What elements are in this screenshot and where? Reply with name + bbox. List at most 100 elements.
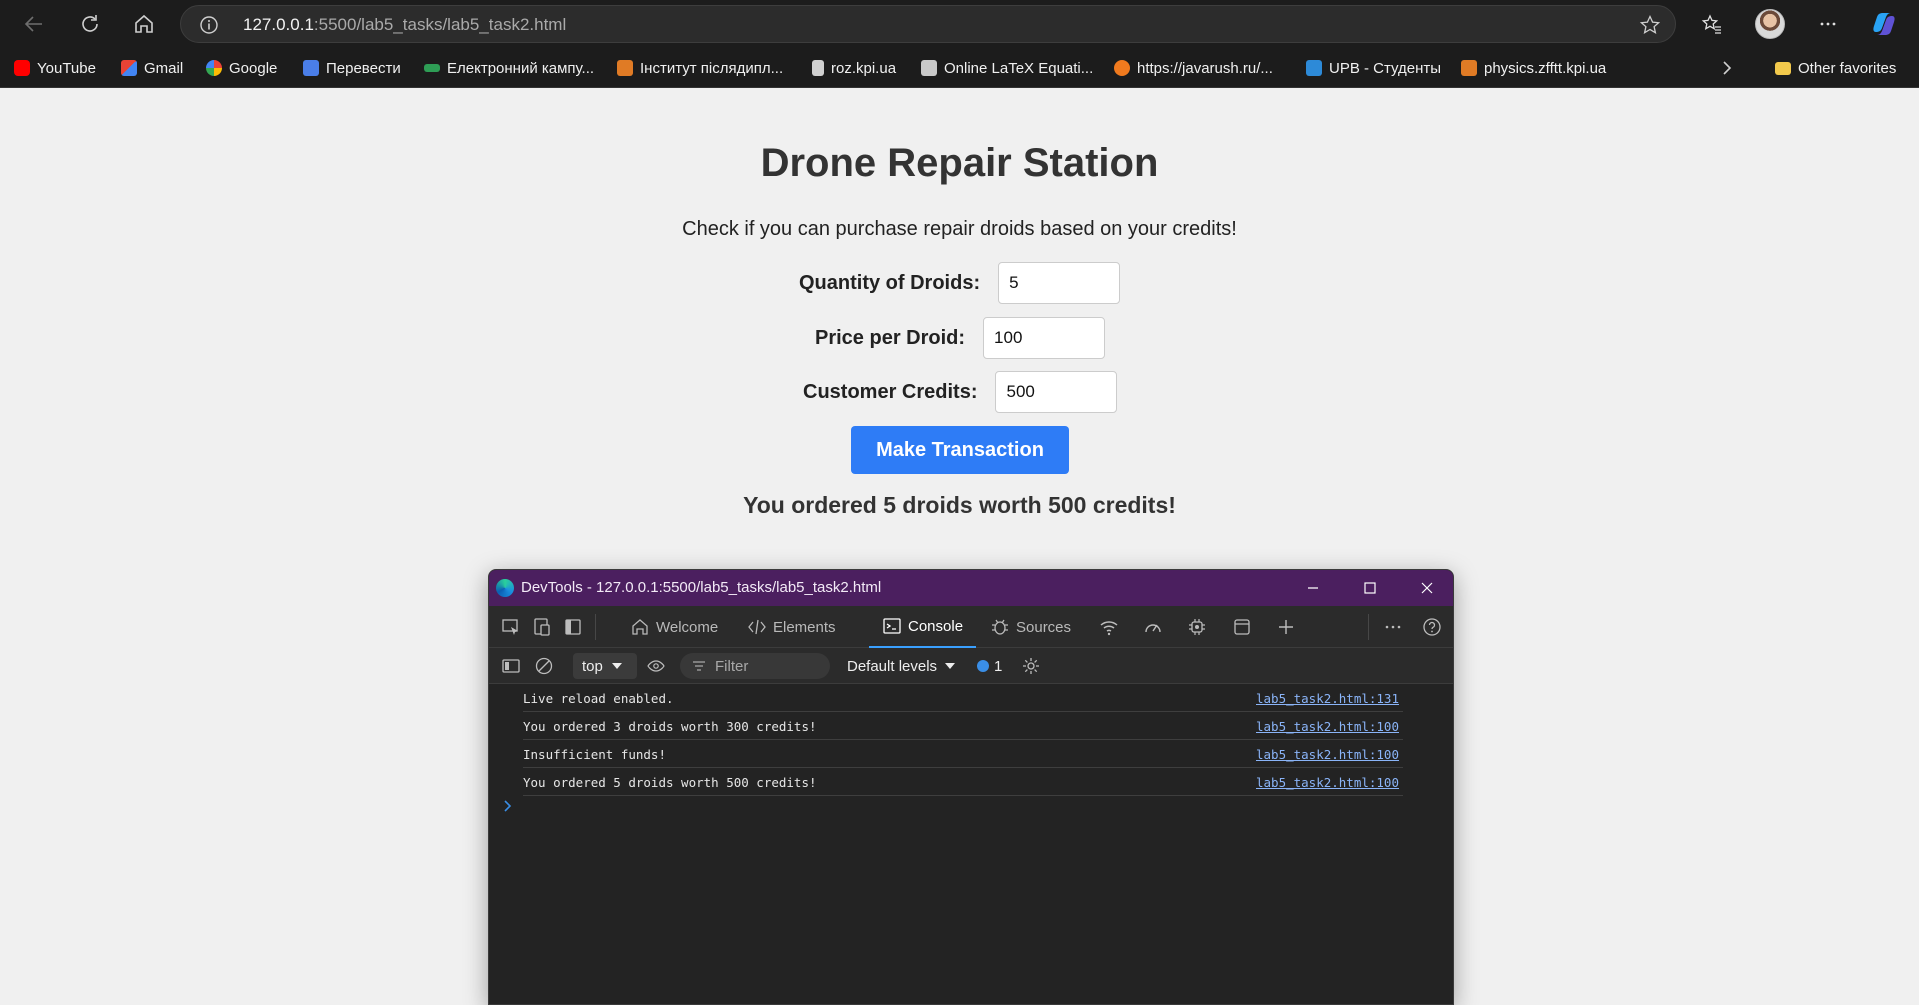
device-emulation-button[interactable] bbox=[530, 615, 554, 639]
tab-elements[interactable]: Elements bbox=[747, 606, 836, 648]
favorites-button[interactable] bbox=[1696, 8, 1728, 40]
console-message: You ordered 5 droids worth 500 credits! l… bbox=[523, 770, 1403, 796]
bug-icon bbox=[992, 619, 1008, 635]
copilot-icon bbox=[1873, 13, 1895, 35]
bookmark-latex[interactable]: Online LaTeX Equati... bbox=[921, 58, 1093, 78]
bookmark-google[interactable]: Google bbox=[206, 58, 277, 78]
source-link[interactable]: lab5_task2.html:131 bbox=[1256, 691, 1399, 706]
latex-icon bbox=[921, 60, 937, 76]
application-button[interactable] bbox=[1230, 615, 1254, 639]
performance-button[interactable] bbox=[1141, 615, 1165, 639]
quantity-input[interactable] bbox=[998, 262, 1121, 304]
make-transaction-button[interactable]: Make Transaction bbox=[851, 426, 1069, 474]
bookmark-javarush[interactable]: https://javarush.ru/... bbox=[1114, 58, 1273, 78]
other-favorites[interactable]: Other favorites bbox=[1775, 58, 1896, 78]
code-icon bbox=[748, 619, 766, 635]
credits-input[interactable] bbox=[995, 371, 1118, 413]
live-expression-button[interactable] bbox=[644, 654, 668, 678]
url-text[interactable]: 127.0.0.1:5500/lab5_tasks/lab5_task2.htm… bbox=[243, 15, 566, 35]
dock-side-button[interactable] bbox=[561, 615, 585, 639]
quantity-row: Quantity of Droids: bbox=[799, 262, 1121, 304]
inspect-element-button[interactable] bbox=[499, 615, 523, 639]
console-filter-input[interactable]: Filter bbox=[680, 653, 830, 679]
physics-icon bbox=[1461, 60, 1477, 76]
chip-icon bbox=[1189, 619, 1205, 635]
message-icon bbox=[977, 660, 989, 672]
credits-label: Customer Credits: bbox=[803, 380, 978, 403]
caret-down-icon bbox=[945, 663, 956, 669]
console-toolbar: top Filter Default levels 1 bbox=[489, 648, 1453, 684]
source-link[interactable]: lab5_task2.html:100 bbox=[1256, 775, 1399, 790]
window-icon bbox=[1234, 619, 1250, 635]
minimize-icon bbox=[1307, 587, 1318, 589]
bookmark-gmail[interactable]: Gmail bbox=[121, 58, 183, 78]
browser-toolbar: 127.0.0.1:5500/lab5_tasks/lab5_task2.htm… bbox=[0, 0, 1919, 48]
institute-icon bbox=[617, 60, 633, 76]
campus-icon bbox=[424, 64, 440, 72]
bookmarks-overflow-button[interactable] bbox=[1720, 58, 1734, 78]
more-tools-button[interactable] bbox=[1274, 615, 1298, 639]
home-icon bbox=[135, 14, 153, 33]
price-input[interactable] bbox=[983, 317, 1106, 359]
network-button[interactable] bbox=[1097, 615, 1121, 639]
quantity-label: Quantity of Droids: bbox=[799, 271, 981, 294]
tab-welcome[interactable]: Welcome bbox=[630, 606, 718, 648]
bookmark-campus[interactable]: Електронний кампу... bbox=[424, 58, 594, 78]
bookmark-upb[interactable]: UPB - Студенты bbox=[1306, 58, 1441, 78]
gear-icon bbox=[1023, 658, 1039, 674]
context-selector[interactable]: top bbox=[573, 653, 637, 679]
memory-button[interactable] bbox=[1185, 615, 1209, 639]
console-icon bbox=[883, 618, 901, 634]
tab-console[interactable]: Console bbox=[869, 606, 977, 648]
console-prompt[interactable] bbox=[503, 799, 513, 818]
source-link[interactable]: lab5_task2.html:100 bbox=[1256, 747, 1399, 762]
bookmark-youtube[interactable]: YouTube bbox=[14, 58, 96, 78]
filter-icon bbox=[693, 661, 705, 671]
gmail-icon bbox=[121, 60, 137, 76]
bookmark-physics[interactable]: physics.zfftt.kpi.ua bbox=[1461, 58, 1606, 78]
source-link[interactable]: lab5_task2.html:100 bbox=[1256, 719, 1399, 734]
edge-logo-icon bbox=[496, 579, 514, 597]
maximize-button[interactable] bbox=[1341, 570, 1398, 606]
upb-icon bbox=[1306, 60, 1322, 76]
bookmark-institute[interactable]: Інститут післядипл... bbox=[617, 58, 783, 78]
bookmark-translate[interactable]: Перевести bbox=[303, 58, 401, 78]
wifi-icon bbox=[1100, 621, 1118, 636]
back-button[interactable] bbox=[18, 8, 50, 40]
tab-sources[interactable]: Sources bbox=[990, 606, 1071, 648]
console-sidebar-button[interactable] bbox=[499, 654, 523, 678]
address-bar[interactable]: 127.0.0.1:5500/lab5_tasks/lab5_task2.htm… bbox=[180, 5, 1676, 43]
profile-button[interactable] bbox=[1754, 8, 1786, 40]
star-icon[interactable] bbox=[1639, 14, 1661, 36]
inspect-icon bbox=[502, 619, 518, 635]
customize-button[interactable] bbox=[1381, 615, 1405, 639]
google-icon bbox=[206, 60, 222, 76]
devtools-tab-bar: Welcome Elements Console Sources bbox=[489, 606, 1453, 648]
console-settings-button[interactable] bbox=[1019, 654, 1043, 678]
issues-counter[interactable]: 1 bbox=[977, 653, 1002, 679]
page-icon bbox=[812, 60, 824, 76]
more-button[interactable] bbox=[1812, 8, 1844, 40]
help-button[interactable] bbox=[1420, 615, 1444, 639]
price-row: Price per Droid: bbox=[815, 317, 1106, 359]
close-button[interactable] bbox=[1398, 570, 1453, 606]
console-message: You ordered 3 droids worth 300 credits! l… bbox=[523, 714, 1403, 740]
clear-console-button[interactable] bbox=[532, 654, 556, 678]
more-icon bbox=[1820, 22, 1836, 26]
folder-icon bbox=[1775, 61, 1791, 75]
copilot-button[interactable] bbox=[1868, 8, 1900, 40]
console-message: Insufficient funds! lab5_task2.html:100 bbox=[523, 742, 1403, 768]
page-title: Drone Repair Station bbox=[760, 141, 1159, 185]
devtools-titlebar: DevTools - 127.0.0.1:5500/lab5_tasks/lab… bbox=[489, 570, 1453, 606]
translate-icon bbox=[303, 60, 319, 76]
youtube-icon bbox=[14, 60, 30, 76]
bookmark-roz-kpi[interactable]: roz.kpi.ua bbox=[812, 58, 896, 78]
log-levels-dropdown[interactable]: Default levels bbox=[847, 653, 956, 679]
help-icon bbox=[1423, 618, 1441, 636]
home-button[interactable] bbox=[128, 8, 160, 40]
minimize-button[interactable] bbox=[1284, 570, 1341, 606]
reload-button[interactable] bbox=[74, 8, 106, 40]
clear-icon bbox=[535, 657, 553, 675]
info-icon[interactable] bbox=[199, 15, 219, 35]
devtools-window: DevTools - 127.0.0.1:5500/lab5_tasks/lab… bbox=[488, 569, 1454, 1005]
